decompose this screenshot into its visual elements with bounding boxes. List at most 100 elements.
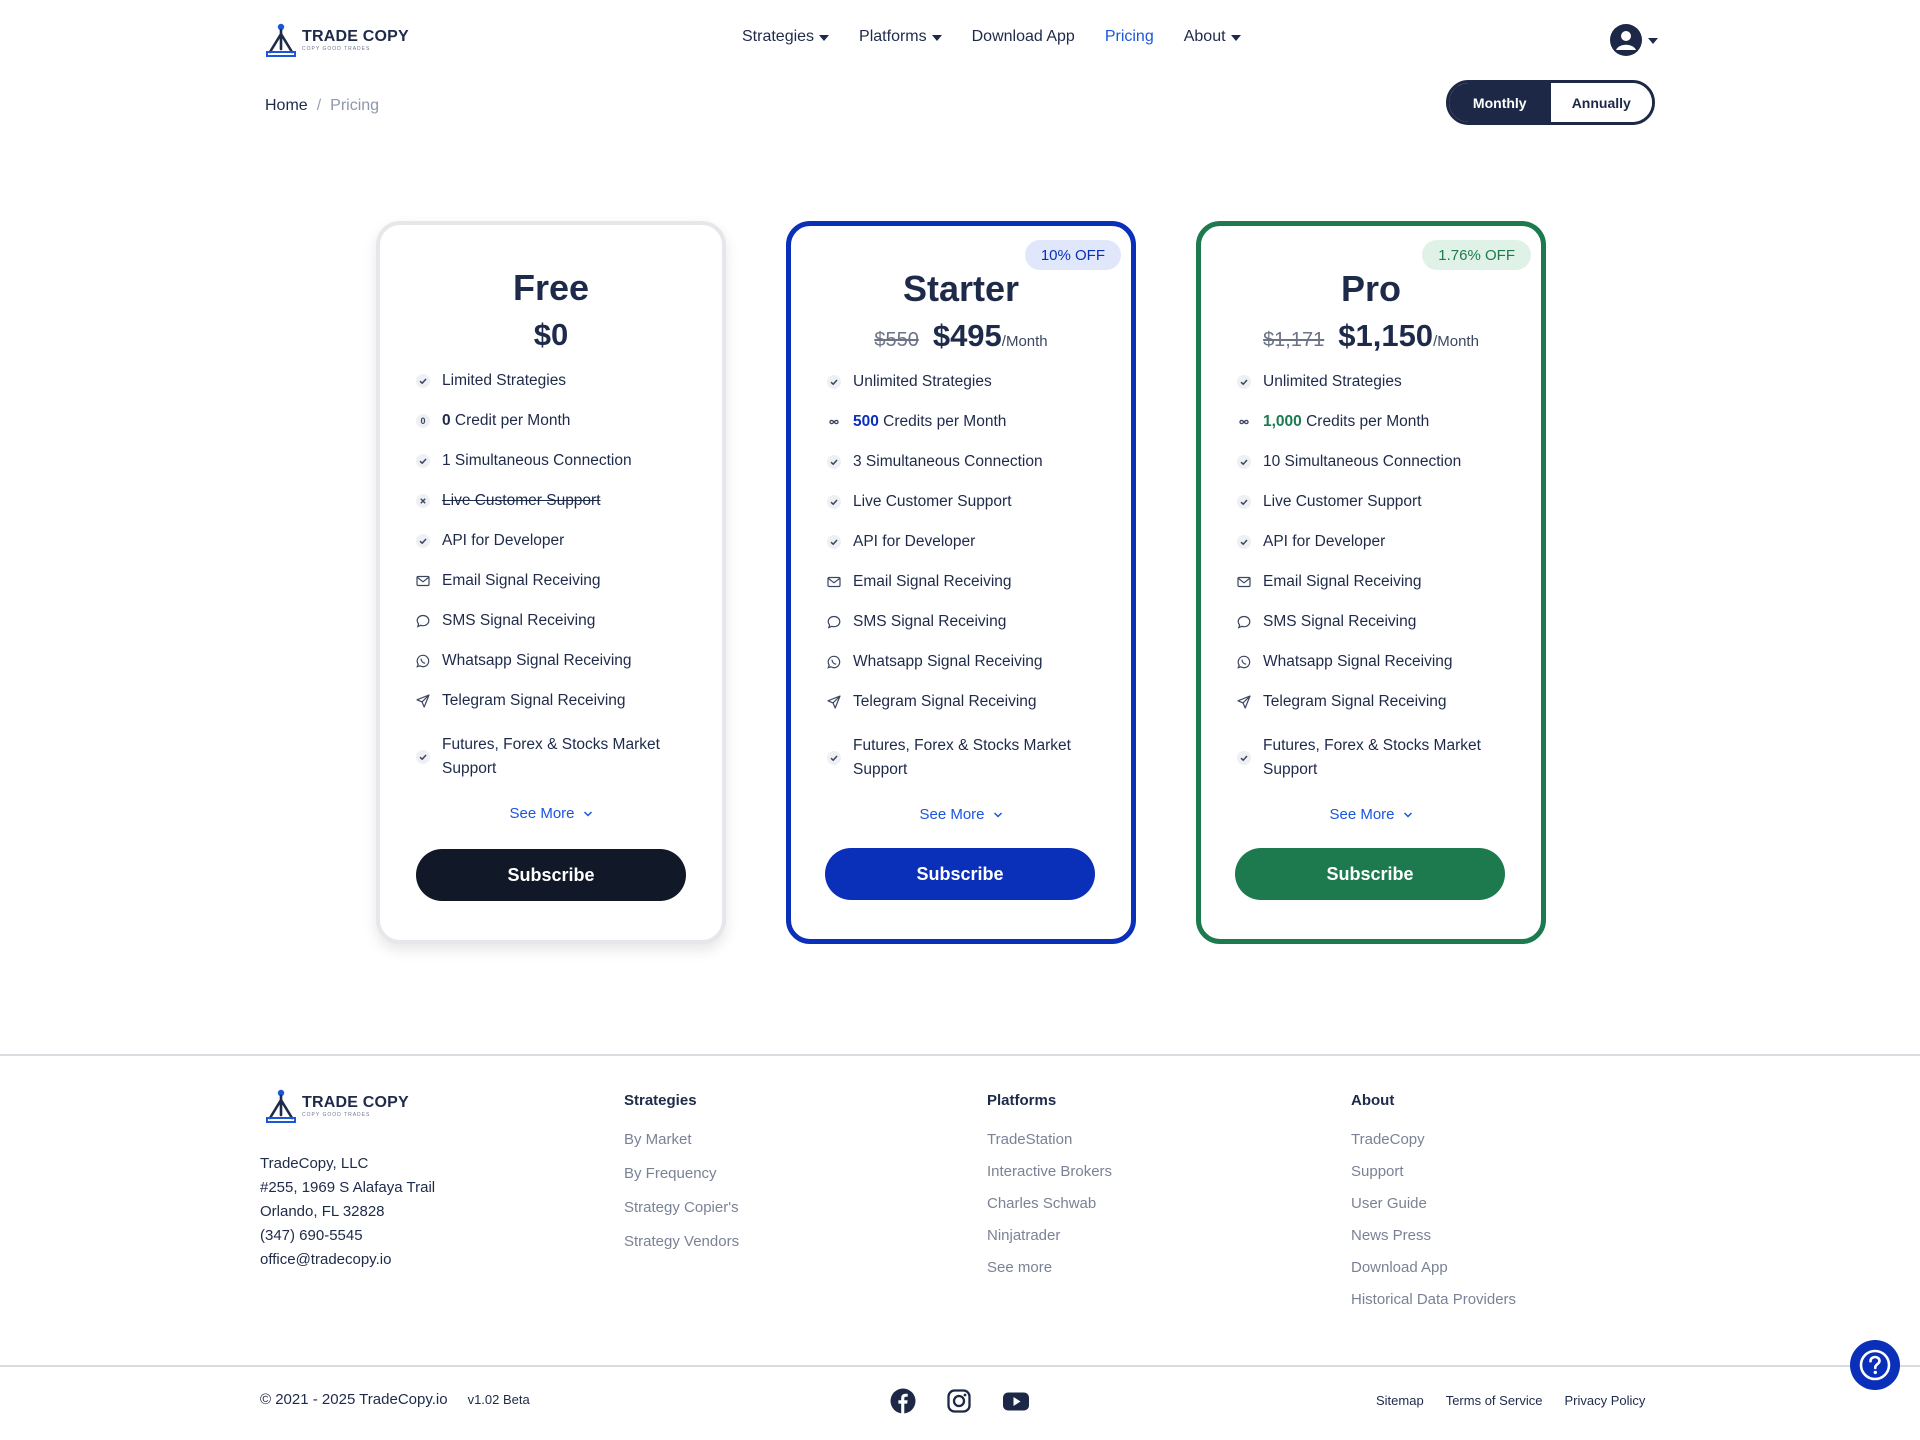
- check-icon: [416, 750, 430, 764]
- address-email[interactable]: office@tradecopy.io: [260, 1248, 435, 1272]
- footer-divider-bottom: [0, 1365, 1920, 1367]
- footer-link[interactable]: Strategy Vendors: [624, 1233, 739, 1267]
- nav-download-app-label: Download App: [971, 28, 1075, 45]
- feature-item: 1 Simultaneous Connection: [416, 451, 696, 491]
- footer-link[interactable]: Ninjatrader: [987, 1227, 1112, 1259]
- privacy-link[interactable]: Privacy Policy: [1565, 1393, 1646, 1408]
- main-nav: Strategies Platforms Download App Pricin…: [742, 28, 1241, 46]
- feature-item: Telegram Signal Receiving: [416, 691, 696, 731]
- plan-price: $550 $495 /Month: [791, 318, 1131, 354]
- feature-text: Futures, Forex & Stocks Market Support: [442, 736, 660, 777]
- facebook-icon[interactable]: [890, 1388, 916, 1414]
- feature-item: Telegram Signal Receiving: [1237, 692, 1517, 732]
- user-menu[interactable]: [1610, 24, 1658, 56]
- footer-link[interactable]: TradeCopy: [1351, 1131, 1516, 1163]
- feature-item: 3 Simultaneous Connection: [827, 452, 1107, 492]
- see-more-link[interactable]: See More: [380, 805, 722, 822]
- feature-text: Live Customer Support: [442, 492, 601, 509]
- footer-link[interactable]: Charles Schwab: [987, 1195, 1112, 1227]
- feature-item: Email Signal Receiving: [827, 572, 1107, 612]
- feature-list: Unlimited Strategies 1,000 Credits per M…: [1237, 372, 1517, 784]
- check-icon: [416, 374, 430, 388]
- subscribe-button[interactable]: Subscribe: [1235, 848, 1505, 900]
- footer-link[interactable]: By Frequency: [624, 1165, 739, 1199]
- feature-text: API for Developer: [1263, 533, 1386, 550]
- feature-item: API for Developer: [827, 532, 1107, 572]
- infinity-icon: [1237, 415, 1251, 429]
- instagram-icon[interactable]: [946, 1388, 972, 1414]
- discount-badge: 1.76% OFF: [1422, 240, 1531, 270]
- footer-logo[interactable]: TRADE COPY COPY GOOD TRADES: [264, 1088, 409, 1124]
- nav-about-label: About: [1183, 28, 1226, 45]
- nav-pricing[interactable]: Pricing: [1105, 28, 1154, 46]
- infinity-icon: [827, 415, 841, 429]
- feature-text: 1 Simultaneous Connection: [442, 452, 632, 469]
- see-more-label: See More: [509, 805, 575, 822]
- footer-link[interactable]: See more: [987, 1259, 1112, 1291]
- footer-link[interactable]: Interactive Brokers: [987, 1163, 1112, 1195]
- plan-card-pro: 1.76% OFF Pro $1,171 $1,150 /Month Unlim…: [1196, 221, 1546, 944]
- feature-text: 10 Simultaneous Connection: [1263, 453, 1462, 470]
- footer-link[interactable]: Download App: [1351, 1259, 1516, 1291]
- old-price: $1,171: [1263, 329, 1325, 351]
- x-icon: [416, 494, 430, 508]
- price-period: /Month: [1001, 333, 1048, 350]
- plan-card-free: Free $0 Limited Strategies 00 Credit per…: [376, 221, 726, 944]
- footer-link[interactable]: TradeStation: [987, 1131, 1112, 1163]
- youtube-icon[interactable]: [1002, 1388, 1029, 1414]
- check-icon: [827, 375, 841, 389]
- see-more-link[interactable]: See More: [791, 806, 1131, 823]
- plan-price: $1,171 $1,150 /Month: [1201, 318, 1541, 354]
- old-price: $550: [874, 329, 919, 351]
- brand-tagline: COPY GOOD TRADES: [302, 45, 371, 52]
- nav-about[interactable]: About: [1184, 28, 1241, 46]
- feature-text: Futures, Forex & Stocks Market Support: [1263, 737, 1481, 778]
- nav-download-app[interactable]: Download App: [972, 28, 1075, 46]
- address-phone[interactable]: (347) 690-5545: [260, 1224, 435, 1248]
- billing-monthly-option[interactable]: Monthly: [1449, 83, 1551, 122]
- check-icon: [1237, 455, 1251, 469]
- nav-platforms[interactable]: Platforms: [859, 28, 942, 46]
- feature-text: Whatsapp Signal Receiving: [442, 652, 632, 669]
- check-icon: [1237, 375, 1251, 389]
- footer-link[interactable]: User Guide: [1351, 1195, 1516, 1227]
- feature-item: API for Developer: [1237, 532, 1517, 572]
- check-icon: [1237, 495, 1251, 509]
- caret-down-icon: [819, 34, 830, 41]
- footer-link[interactable]: News Press: [1351, 1227, 1516, 1259]
- feature-text: Whatsapp Signal Receiving: [1263, 653, 1453, 670]
- terms-link[interactable]: Terms of Service: [1446, 1393, 1543, 1408]
- footer-divider-top: [0, 1054, 1920, 1056]
- price-amount: $0: [533, 317, 569, 352]
- feature-item: Futures, Forex & Stocks Market Support: [1237, 732, 1517, 784]
- nav-strategies[interactable]: Strategies: [742, 28, 830, 46]
- send-icon: [416, 694, 430, 708]
- credit-label: Credit per Month: [450, 412, 571, 429]
- chat-icon: [416, 614, 430, 628]
- plan-name: Free: [512, 267, 590, 308]
- footer-column-title: Strategies: [624, 1092, 697, 1109]
- footer-link[interactable]: Historical Data Providers: [1351, 1291, 1516, 1323]
- check-icon: [416, 534, 430, 548]
- feature-text: Live Customer Support: [853, 493, 1012, 510]
- sitemap-link[interactable]: Sitemap: [1376, 1393, 1424, 1408]
- breadcrumb-current: Pricing: [330, 97, 380, 114]
- see-more-label: See More: [919, 806, 985, 823]
- caret-down-icon: [931, 34, 942, 41]
- breadcrumb-home[interactable]: Home: [265, 97, 308, 115]
- brand-logo[interactable]: TRADE COPY COPY GOOD TRADES: [264, 22, 409, 58]
- feature-item: Whatsapp Signal Receiving: [1237, 652, 1517, 692]
- feature-item: API for Developer: [416, 531, 696, 571]
- subscribe-button[interactable]: Subscribe: [416, 849, 686, 901]
- feature-text: Email Signal Receiving: [442, 572, 601, 589]
- check-icon: [1237, 535, 1251, 549]
- subscribe-button[interactable]: Subscribe: [825, 848, 1095, 900]
- footer-link[interactable]: By Market: [624, 1131, 739, 1165]
- chevron-down-icon: [993, 811, 1002, 818]
- billing-annually-option[interactable]: Annually: [1550, 83, 1652, 122]
- help-button[interactable]: [1850, 1340, 1900, 1390]
- footer-link[interactable]: Support: [1351, 1163, 1516, 1195]
- see-more-link[interactable]: See More: [1201, 806, 1541, 823]
- footer-link[interactable]: Strategy Copier's: [624, 1199, 739, 1233]
- feature-text: Unlimited Strategies: [853, 373, 992, 390]
